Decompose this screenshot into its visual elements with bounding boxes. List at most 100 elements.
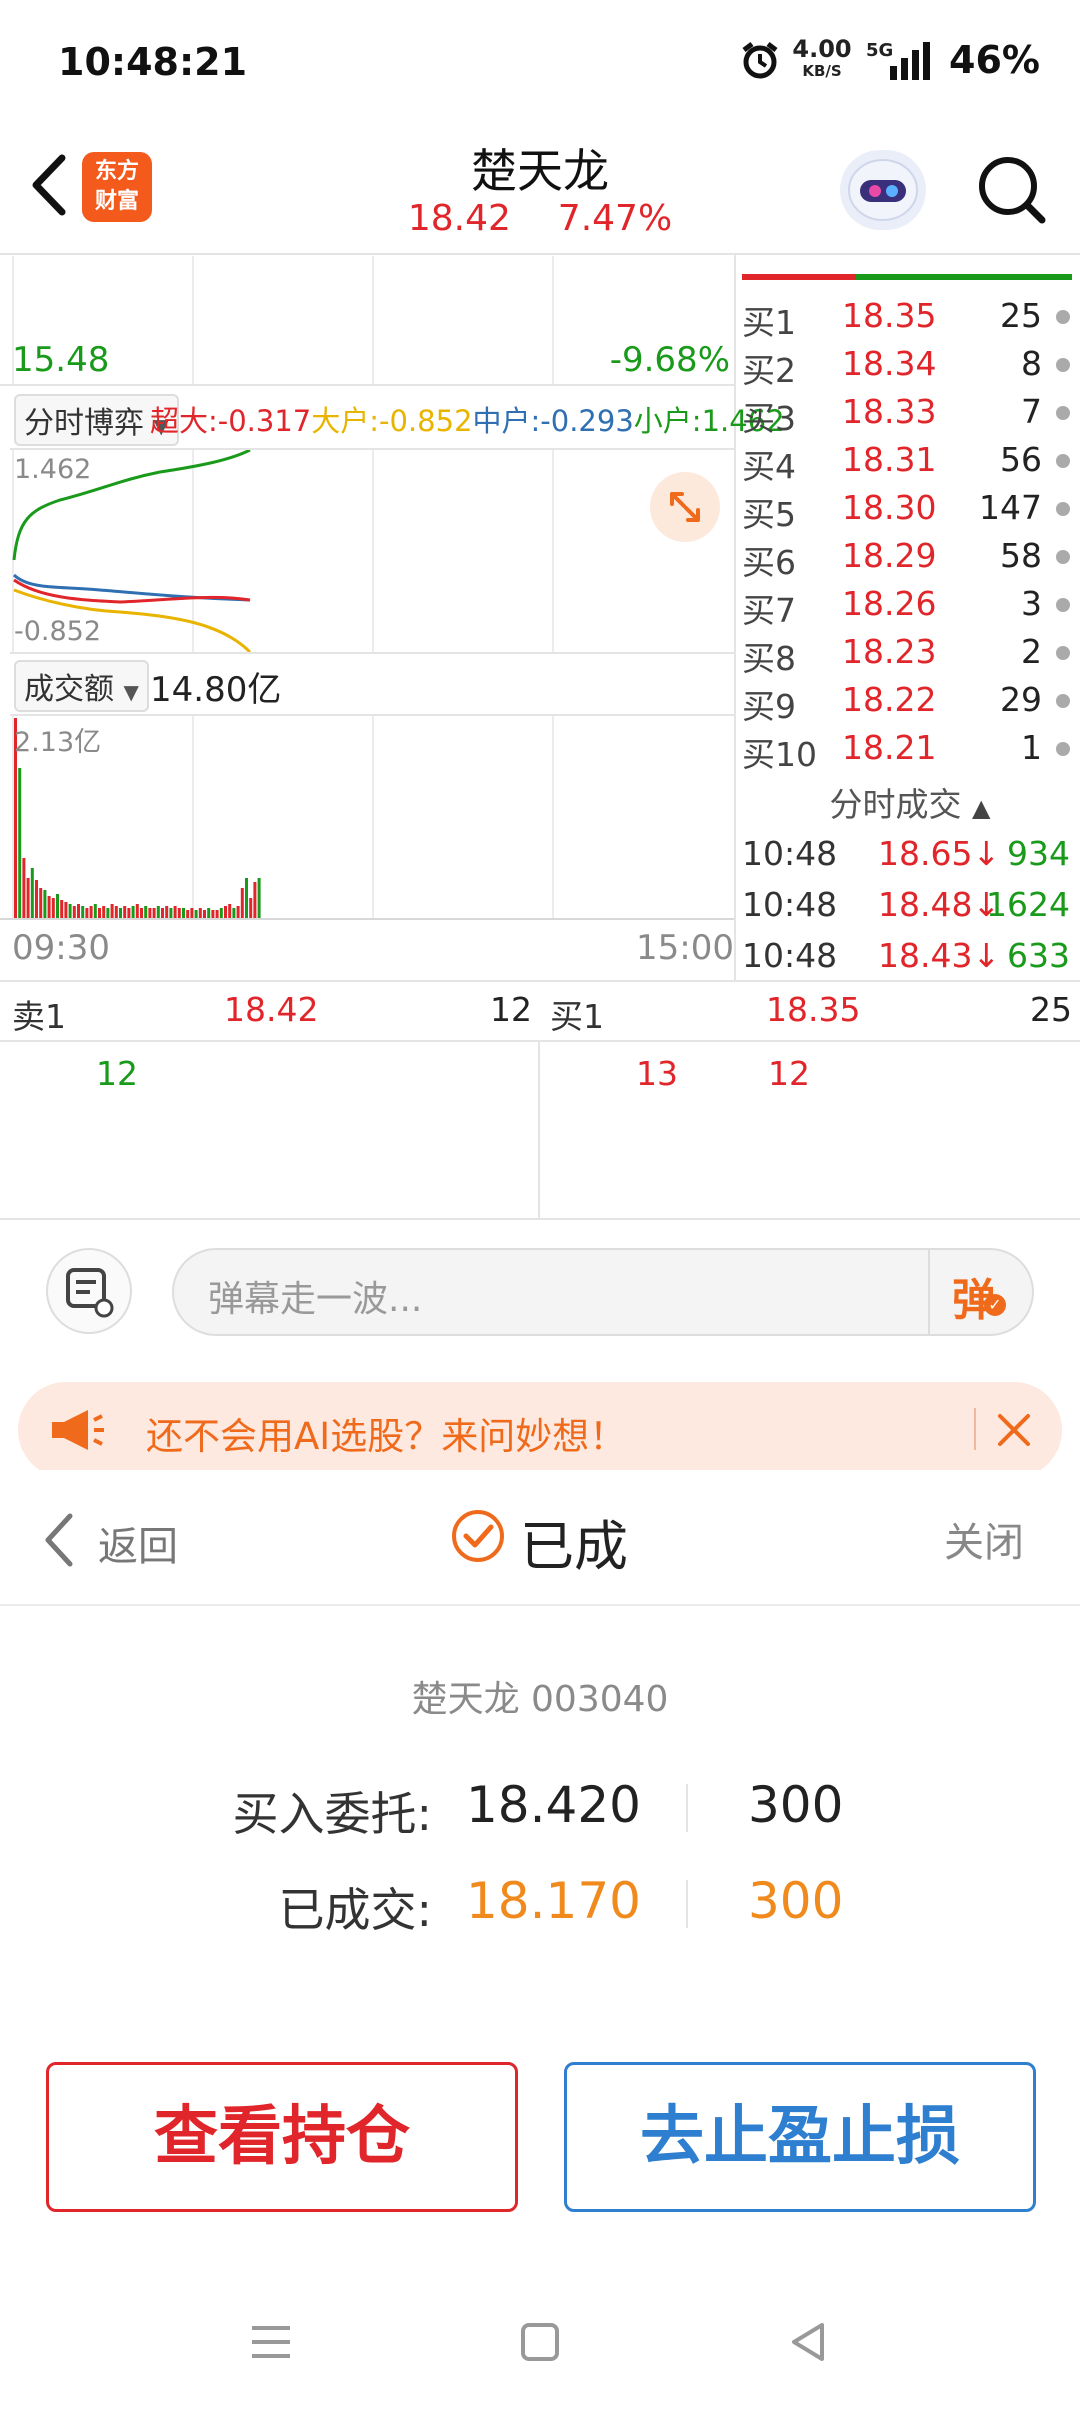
volume-bar: [156, 906, 160, 918]
bid-row[interactable]: 买8 18.23 2: [742, 632, 1072, 680]
search-icon[interactable]: [972, 150, 1052, 230]
filled-price: 18.170: [466, 1872, 641, 1930]
nav-back-icon[interactable]: [786, 2320, 830, 2364]
bid-level: 买8: [742, 639, 796, 678]
trade-time: 10:48: [742, 936, 838, 975]
buy-order-item: 12: [768, 1054, 810, 1093]
capital-flow-chart[interactable]: 1.462 -0.852: [0, 450, 734, 652]
price-chart-panel[interactable]: 15.48 -9.68%: [0, 256, 734, 384]
volume-bar: [35, 880, 38, 918]
bid-level: 买9: [742, 687, 796, 726]
view-positions-button[interactable]: 查看持仓: [46, 2062, 518, 2212]
assistant-robot-icon[interactable]: [840, 150, 926, 230]
sheet-close-button[interactable]: 关闭: [944, 1510, 1024, 1568]
ai-banner[interactable]: 还不会用AI选股？来问妙想！: [18, 1382, 1062, 1478]
divider: [0, 1604, 1080, 1606]
expand-chart-button[interactable]: [650, 472, 720, 542]
volume-bar: [77, 904, 80, 918]
volume-bar: [39, 888, 43, 918]
sheet-back-button[interactable]: 返回: [40, 1508, 200, 1570]
low-pct-label: -9.68%: [609, 340, 730, 380]
volume-bar: [219, 908, 223, 918]
volume-bar: [47, 896, 51, 918]
bid-row[interactable]: 买3 18.33 7: [742, 392, 1072, 440]
time-start-label: 09:30: [12, 928, 110, 968]
net-speed: 4.00 KB/S: [792, 35, 852, 80]
filled-qty: 300: [748, 1872, 844, 1930]
volume-bar: [207, 908, 211, 918]
dot-icon: [1056, 598, 1070, 612]
dot-icon: [1056, 310, 1070, 324]
volume-bar: [110, 904, 114, 918]
bid-row[interactable]: 买4 18.31 56: [742, 440, 1072, 488]
flow-min-label: -0.852: [14, 616, 102, 647]
volume-bar: [245, 878, 248, 918]
volume-type-dropdown[interactable]: 成交额 ▼: [14, 660, 149, 712]
bid-volume: 25: [1000, 296, 1042, 335]
expand-icon: [670, 492, 700, 522]
volume-total: 14.80亿: [150, 670, 282, 710]
divider: [0, 918, 734, 920]
volume-bar: [22, 858, 26, 918]
trade-price: 18.48↓: [878, 885, 1001, 924]
volume-legend-row: 成交额 ▼ 14.80亿: [0, 658, 734, 712]
bid-level: 买5: [742, 495, 796, 534]
bid-row[interactable]: 买9 18.22 29: [742, 680, 1072, 728]
chevron-down-icon: ▼: [123, 680, 139, 704]
nav-home-icon[interactable]: [518, 2320, 562, 2364]
bid-row[interactable]: 买1 18.35 25: [742, 296, 1072, 344]
volume-bar: [257, 878, 261, 918]
chevron-left-icon: [45, 1513, 73, 1567]
volume-bar: [177, 908, 181, 918]
volume-bar: [194, 910, 198, 918]
trade-price: 18.65↓: [878, 834, 1001, 873]
bid-row[interactable]: 买10 18.21 1: [742, 728, 1072, 776]
volume-bar: [64, 902, 68, 918]
danmaku-input[interactable]: 弹幕走一波... 弹 ✓: [172, 1248, 1034, 1336]
divider: [0, 384, 734, 386]
volume-bar: [72, 906, 76, 918]
bid-price: 18.22: [842, 680, 937, 719]
volume-bar: [102, 906, 106, 918]
bid-volume: 56: [1000, 440, 1042, 479]
stop-profit-loss-button[interactable]: 去止盈止损: [564, 2062, 1036, 2212]
bid-price: 18.35: [842, 296, 937, 335]
dot-icon: [1056, 550, 1070, 564]
bid-volume: 8: [1021, 344, 1042, 383]
bid-volume: 58: [1000, 536, 1042, 575]
flow-legend-row: 分时博弈 ▼ 超大:-0.317大户:-0.852中户:-0.293小户:1.4…: [0, 390, 785, 446]
flow-mid: 中户:-0.293: [472, 404, 634, 438]
volume-bar: [211, 910, 215, 918]
danmaku-settings-icon: [66, 1268, 114, 1318]
bid-level: 买7: [742, 591, 796, 630]
bid-ask-bar: [742, 274, 1072, 280]
volume-chart[interactable]: 2.13亿: [0, 716, 734, 918]
trades-header[interactable]: 分时成交 ▲: [742, 778, 1078, 826]
volume-bar: [89, 906, 93, 918]
bid-volume: 29: [1000, 680, 1042, 719]
volume-bar: [60, 900, 64, 918]
close-banner-icon[interactable]: [990, 1406, 1038, 1454]
volume-bar: [182, 908, 185, 918]
danmaku-settings-button[interactable]: [46, 1248, 132, 1334]
bid-row[interactable]: 买6 18.29 58: [742, 536, 1072, 584]
volume-bar: [249, 898, 253, 918]
trade-time: 10:48: [742, 834, 838, 873]
volume-bar: [85, 908, 89, 918]
volume-bar: [140, 908, 143, 918]
bid-row[interactable]: 买7 18.26 3: [742, 584, 1072, 632]
divider: [10, 652, 734, 654]
order-result-sheet: 返回 已成 关闭 楚天龙 003040 买入委托: 18.420 300 已成交…: [0, 1470, 1080, 2414]
trade-volume: 1624: [986, 885, 1070, 924]
bid-level: 买2: [742, 351, 796, 390]
nav-menu-icon[interactable]: [248, 2322, 294, 2362]
volume-bar: [165, 906, 169, 918]
danmaku-send-button[interactable]: 弹 ✓: [944, 1260, 1014, 1326]
status-bar: 10:48:21 4.00 KB/S 5G 46%: [0, 0, 1080, 120]
signal-icon: [888, 42, 934, 80]
bid-row[interactable]: 买2 18.34 8: [742, 344, 1072, 392]
check-badge-icon: ✓: [984, 1294, 1006, 1316]
bid-volume: 2: [1021, 632, 1042, 671]
bid-row[interactable]: 买5 18.30 147: [742, 488, 1072, 536]
order-qty: 300: [748, 1776, 844, 1834]
